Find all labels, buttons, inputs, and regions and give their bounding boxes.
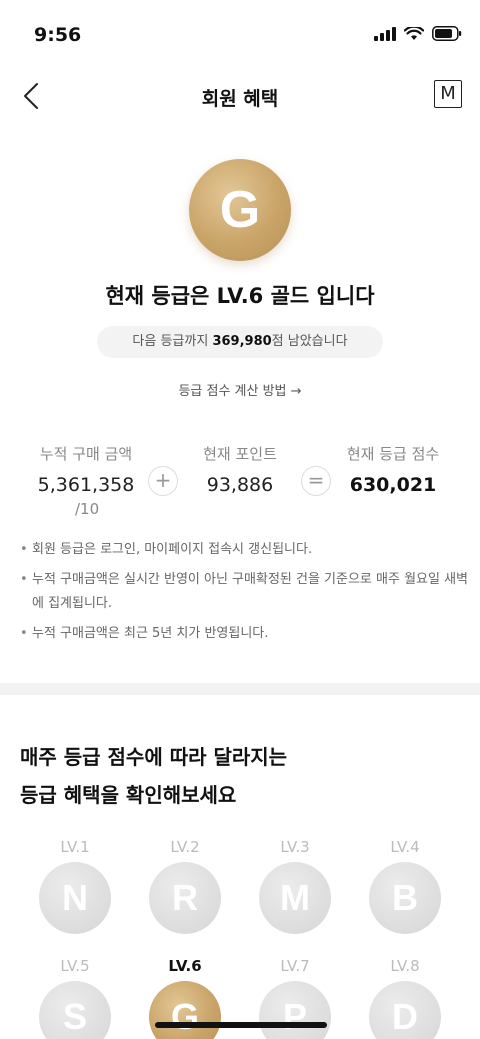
level-badge-icon: R [149, 862, 221, 934]
benefit-title-line1: 매주 등급 점수에 따라 달라지는 [20, 745, 288, 769]
purchase-amount-divisor: /10 [75, 500, 100, 518]
page-title: 회원 혜택 [201, 88, 279, 110]
level-badge-icon: M [259, 862, 331, 934]
grade-score-col: 현재 등급 점수 630,021 [318, 443, 468, 496]
signal-icon [374, 26, 396, 41]
membership-m-button[interactable]: M [434, 80, 462, 108]
purchase-amount-label: 누적 구매 금액 [39, 445, 133, 463]
next-grade-prefix: 다음 등급까지 [132, 334, 213, 349]
purchase-amount-value: 5,361,358 [37, 474, 135, 496]
level-label: LV.8 [390, 957, 420, 975]
level-item-lv4[interactable]: LV.4 B [365, 838, 445, 934]
next-grade-suffix: 점 남았습니다 [271, 334, 348, 349]
level-badge-icon: N [39, 862, 111, 934]
level-item-lv1[interactable]: LV.1 N [35, 838, 115, 934]
grade-score-value: 630,021 [349, 474, 437, 496]
benefit-title: 매주 등급 점수에 따라 달라지는 등급 혜택을 확인해보세요 [20, 738, 287, 814]
current-point-value: 93,886 [206, 474, 274, 496]
level-label: LV.7 [280, 957, 310, 975]
status-time: 9:56 [34, 24, 82, 46]
next-grade-pill: 다음 등급까지 369,980점 남았습니다 [97, 326, 383, 358]
level-badge-icon: G [149, 981, 221, 1039]
grade-headline: 현재 등급은 LV.6 골드 입니다 [105, 284, 375, 308]
home-indicator[interactable] [155, 1022, 327, 1028]
level-badge-icon: P [259, 981, 331, 1039]
wifi-icon [404, 26, 424, 40]
status-icons [374, 26, 462, 41]
note-item: 누적 구매금액은 최근 5년 치가 반영됩니다. [20, 622, 470, 646]
note-item: 회원 등급은 로그인, 마이페이지 접속시 갱신됩니다. [20, 538, 470, 562]
section-divider [0, 683, 480, 695]
level-badge-icon: D [369, 981, 441, 1039]
score-calc-method-link[interactable]: 등급 점수 계산 방법 → [0, 380, 480, 399]
level-label: LV.3 [280, 838, 310, 856]
current-point-label: 현재 포인트 [203, 445, 277, 463]
level-item-lv3[interactable]: LV.3 M [255, 838, 335, 934]
level-item-lv8[interactable]: LV.8 D [365, 957, 445, 1039]
top-nav: 회원 혜택 M [0, 62, 480, 132]
notes-list: 회원 등급은 로그인, 마이페이지 접속시 갱신됩니다. 누적 구매금액은 실시… [20, 538, 470, 652]
purchase-amount-col: 누적 구매 금액 5,361,358 [11, 443, 161, 496]
level-item-lv2[interactable]: LV.2 R [145, 838, 225, 934]
benefit-title-line2: 등급 혜택을 확인해보세요 [20, 783, 237, 807]
level-label: LV.5 [60, 957, 90, 975]
level-item-lv5[interactable]: LV.5 S [35, 957, 115, 1039]
level-label-active: LV.6 [168, 957, 202, 975]
grade-score-label: 현재 등급 점수 [346, 445, 440, 463]
level-label: LV.1 [60, 838, 90, 856]
level-label: LV.4 [390, 838, 420, 856]
status-bar: 9:56 [0, 0, 480, 62]
level-badge-icon: S [39, 981, 111, 1039]
note-item: 누적 구매금액은 실시간 반영이 아닌 구매확정된 건을 기준으로 매주 월요일… [20, 568, 470, 616]
level-badge-icon: B [369, 862, 441, 934]
battery-icon [432, 26, 462, 41]
level-label: LV.2 [170, 838, 200, 856]
next-grade-points: 369,980 [212, 334, 272, 349]
grade-badge-icon: G [189, 159, 291, 261]
current-point-col: 현재 포인트 93,886 [165, 443, 315, 496]
